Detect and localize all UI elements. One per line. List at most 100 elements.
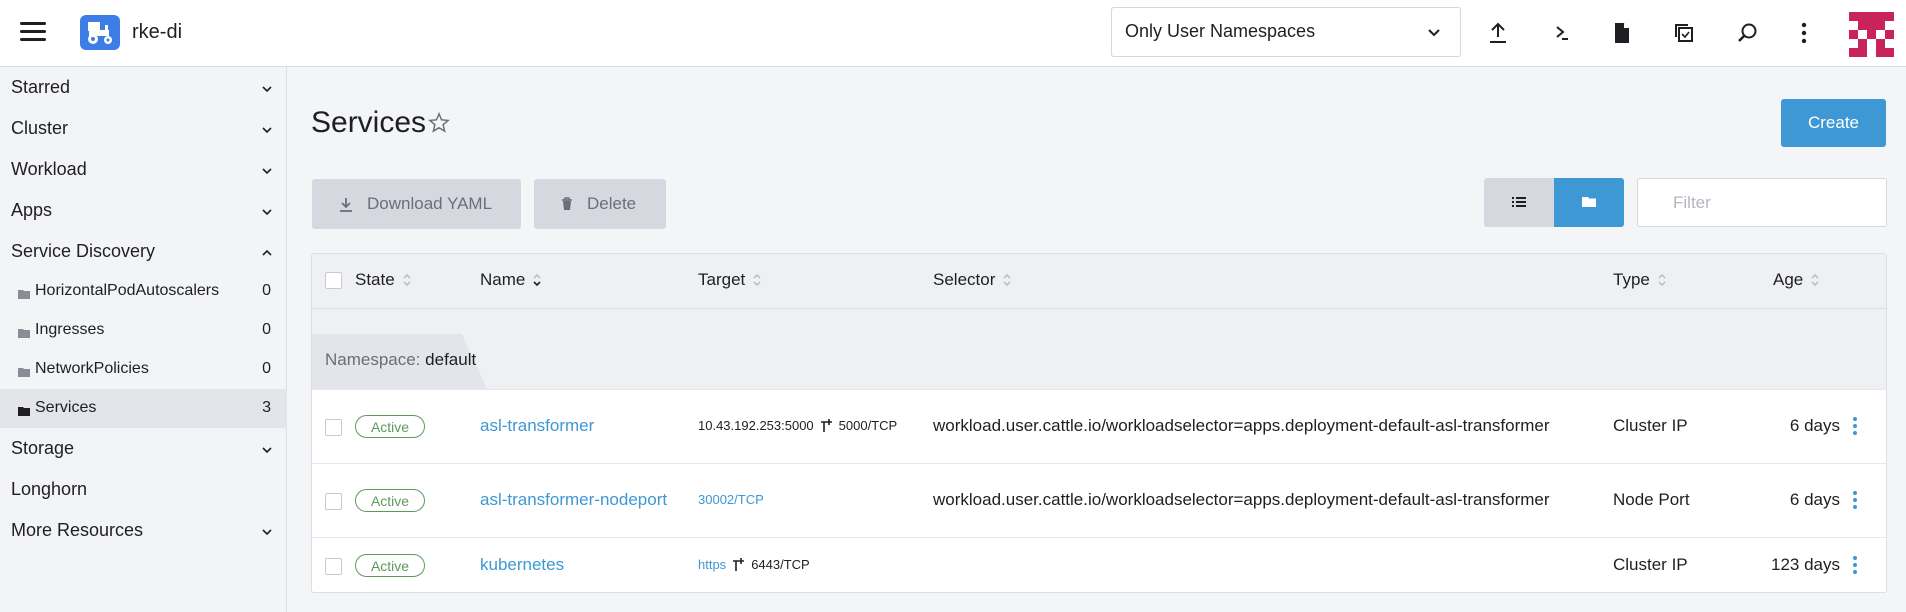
namespace-select-value: Only User Namespaces (1125, 21, 1316, 41)
sidebar-group-label: Starred (11, 77, 71, 97)
target-cell: https 6443/TCP (698, 557, 810, 572)
column-header-label: Target (698, 270, 746, 289)
namespace-group-label: Namespace: default (325, 350, 476, 370)
create-button[interactable]: Create (1781, 99, 1886, 147)
sidebar-group-label: More Resources (11, 520, 144, 540)
select-all-checkbox[interactable] (325, 272, 342, 289)
service-name-link[interactable]: asl-transformer-nodeport (480, 490, 667, 510)
sidebar-group-label: Longhorn (11, 479, 88, 499)
terminal-icon[interactable] (1546, 17, 1578, 49)
row-actions-icon[interactable] (1849, 488, 1861, 512)
table-row: Active asl-transformer-nodeport 30002/TC… (312, 463, 1886, 537)
target-port-link[interactable]: 30002/TCP (698, 492, 764, 507)
target-port: 6443/TCP (751, 557, 810, 572)
chevron-down-icon (261, 122, 273, 140)
table-row: Active kubernetes https 6443/TCP Cluster… (312, 537, 1886, 592)
file-icon[interactable] (1606, 17, 1638, 49)
sort-icon (402, 273, 412, 287)
selector-cell: workload.user.cattle.io/workloadselector… (933, 490, 1550, 509)
chevron-down-icon (261, 442, 273, 460)
download-yaml-button[interactable]: Download YAML (312, 179, 521, 229)
column-header-name[interactable]: Name (480, 270, 542, 290)
folder-icon (1582, 194, 1596, 212)
download-yaml-label: Download YAML (367, 194, 493, 213)
sidebar-group-more-resources[interactable]: More Resources (0, 510, 287, 550)
sidebar-group-workload[interactable]: Workload (0, 149, 287, 189)
more-vertical-icon[interactable] (1788, 17, 1820, 49)
sidebar-item-label: NetworkPolicies (35, 360, 149, 377)
folder-icon (18, 325, 30, 343)
status-badge: Active (355, 489, 425, 512)
row-checkbox[interactable] (325, 493, 342, 510)
namespace-select[interactable]: Only User Namespaces (1111, 7, 1461, 57)
trash-icon (561, 197, 573, 211)
selector-cell: workload.user.cattle.io/workloadselector… (933, 416, 1550, 435)
view-toggle (1484, 178, 1624, 227)
row-checkbox[interactable] (325, 419, 342, 436)
sidebar-group-longhorn[interactable]: Longhorn (0, 469, 287, 509)
group-by-namespace-button[interactable] (1554, 178, 1624, 227)
filter-input[interactable] (1637, 178, 1887, 227)
sidebar-group-apps[interactable]: Apps (0, 190, 287, 230)
delete-button[interactable]: Delete (534, 179, 666, 229)
sort-icon (1657, 273, 1667, 287)
list-icon (1512, 194, 1526, 212)
avatar[interactable] (1849, 12, 1894, 57)
column-header-target[interactable]: Target (698, 270, 762, 290)
chevron-down-icon (261, 524, 273, 542)
page-title: Services (311, 106, 427, 139)
age-cell: 6 days (1789, 490, 1840, 509)
sidebar-item-count: 3 (262, 399, 271, 416)
folder-icon (18, 364, 30, 382)
type-cell: Cluster IP (1613, 555, 1688, 574)
status-badge: Active (355, 554, 425, 577)
target-cell: 30002/TCP (698, 492, 764, 507)
cluster-tractor-icon[interactable] (80, 15, 120, 50)
menu-icon[interactable] (20, 22, 46, 44)
folder-open-icon (18, 403, 30, 421)
column-header-age[interactable]: Age (1773, 270, 1820, 290)
top-header: rke-di Only User Namespaces (0, 0, 1906, 67)
target-port: 5000/TCP (838, 418, 898, 433)
port-forward-icon (732, 557, 745, 572)
age-cell: 6 days (1789, 416, 1840, 435)
target-endpoint: 10.43.192.253:5000 (698, 418, 814, 433)
sidebar-item-ingresses[interactable]: Ingresses 0 (0, 311, 287, 350)
sidebar-item-networkpolicies[interactable]: NetworkPolicies 0 (0, 350, 287, 389)
status-badge: Active (355, 415, 425, 438)
upload-icon[interactable] (1482, 17, 1514, 49)
column-header-state[interactable]: State (355, 270, 412, 290)
row-actions-icon[interactable] (1849, 414, 1861, 438)
chevron-down-icon (261, 204, 273, 222)
service-name-link[interactable]: kubernetes (480, 555, 564, 575)
column-header-selector[interactable]: Selector (933, 270, 1012, 290)
sidebar-item-services[interactable]: Services 3 (0, 389, 287, 428)
namespace-group-prefix: Namespace: (325, 350, 421, 369)
sidebar-item-label: Ingresses (35, 321, 105, 338)
flat-list-view-button[interactable] (1484, 178, 1554, 227)
sidebar-group-service-discovery[interactable]: Service Discovery (0, 231, 287, 271)
service-name-link[interactable]: asl-transformer (480, 416, 594, 436)
copy-config-icon[interactable] (1668, 17, 1700, 49)
row-checkbox[interactable] (325, 558, 342, 575)
sidebar-group-label: Apps (11, 200, 53, 220)
sort-icon (532, 273, 542, 287)
sidebar-group-label: Workload (11, 159, 87, 179)
sidebar-group-storage[interactable]: Storage (0, 428, 287, 468)
sort-icon (1810, 273, 1820, 287)
sidebar-group-label: Service Discovery (11, 241, 156, 261)
row-actions-icon[interactable] (1849, 553, 1861, 577)
namespace-group-row (312, 309, 1886, 389)
target-https-link[interactable]: https (698, 557, 726, 572)
sidebar-group-starred[interactable]: Starred (0, 67, 287, 107)
folder-icon (18, 286, 30, 304)
target-cell: 10.43.192.253:5000 5000/TCP (698, 418, 897, 433)
star-icon[interactable] (428, 111, 450, 138)
sidebar-item-horizontalpodautoscalers[interactable]: HorizontalPodAutoscalers 0 (0, 272, 287, 311)
search-icon[interactable] (1732, 17, 1764, 49)
chevron-down-icon (261, 163, 273, 181)
column-header-type[interactable]: Type (1613, 270, 1667, 290)
port-forward-icon (820, 418, 833, 433)
sidebar-group-cluster[interactable]: Cluster (0, 108, 287, 148)
download-icon (339, 197, 353, 212)
